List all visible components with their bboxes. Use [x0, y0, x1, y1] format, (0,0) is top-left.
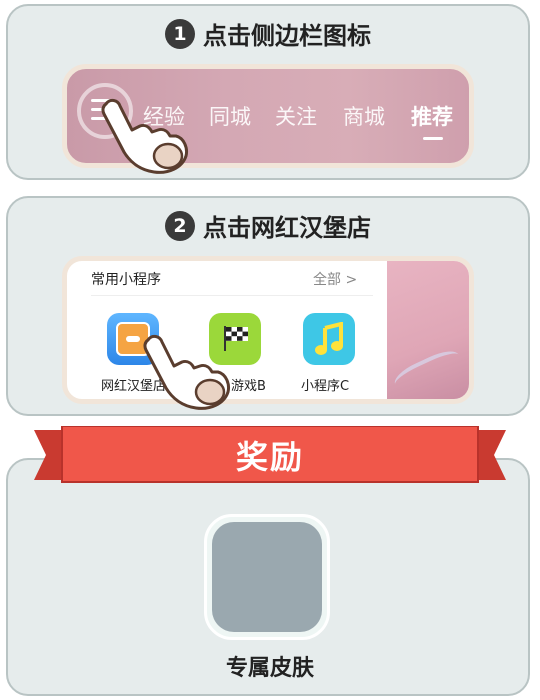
music-note-icon[interactable]	[303, 313, 355, 365]
exclusive-skin-placeholder	[212, 522, 322, 632]
step2-title-row: 2 点击网红汉堡店	[8, 208, 528, 243]
step2-screenshot: 常用小程序 全部 > 网红汉堡店 游戏B 小程序C	[62, 256, 474, 404]
step1-title-row: 1 点击侧边栏图标	[8, 16, 528, 51]
divider	[91, 295, 373, 296]
tap-hand-icon	[143, 334, 230, 410]
step2-number-badge: 2	[165, 210, 195, 241]
mini-programs-header: 常用小程序	[91, 272, 161, 288]
step1-number-badge: 1	[165, 18, 195, 49]
step2-title: 点击网红汉堡店	[203, 214, 371, 242]
active-tab-indicator	[423, 137, 443, 140]
nav-tab-following[interactable]: 关注	[275, 101, 317, 131]
reward-item-label: 专属皮肤	[225, 656, 314, 681]
tap-hand-icon	[101, 98, 188, 174]
see-all-link[interactable]: 全部 >	[313, 269, 357, 289]
app-label-mini-c: 小程序C	[301, 379, 350, 394]
nav-tab-mall[interactable]: 商城	[343, 101, 385, 131]
reward-title: 奖励	[235, 438, 304, 476]
nav-tab-recommend[interactable]: 推荐	[411, 101, 453, 131]
step1-panel: 1 点击侧边栏图标 经验 同城 关注 商城 推荐	[6, 4, 530, 180]
nav-tab-local[interactable]: 同城	[209, 101, 251, 131]
background-wallpaper	[387, 261, 469, 399]
app-label-game-b: 游戏B	[231, 379, 266, 394]
reward-item-frame	[204, 514, 330, 640]
step2-panel: 2 点击网红汉堡店 常用小程序 全部 > 网红汉堡店 游戏B 小程序C	[6, 196, 530, 416]
step1-title: 点击侧边栏图标	[203, 22, 371, 50]
